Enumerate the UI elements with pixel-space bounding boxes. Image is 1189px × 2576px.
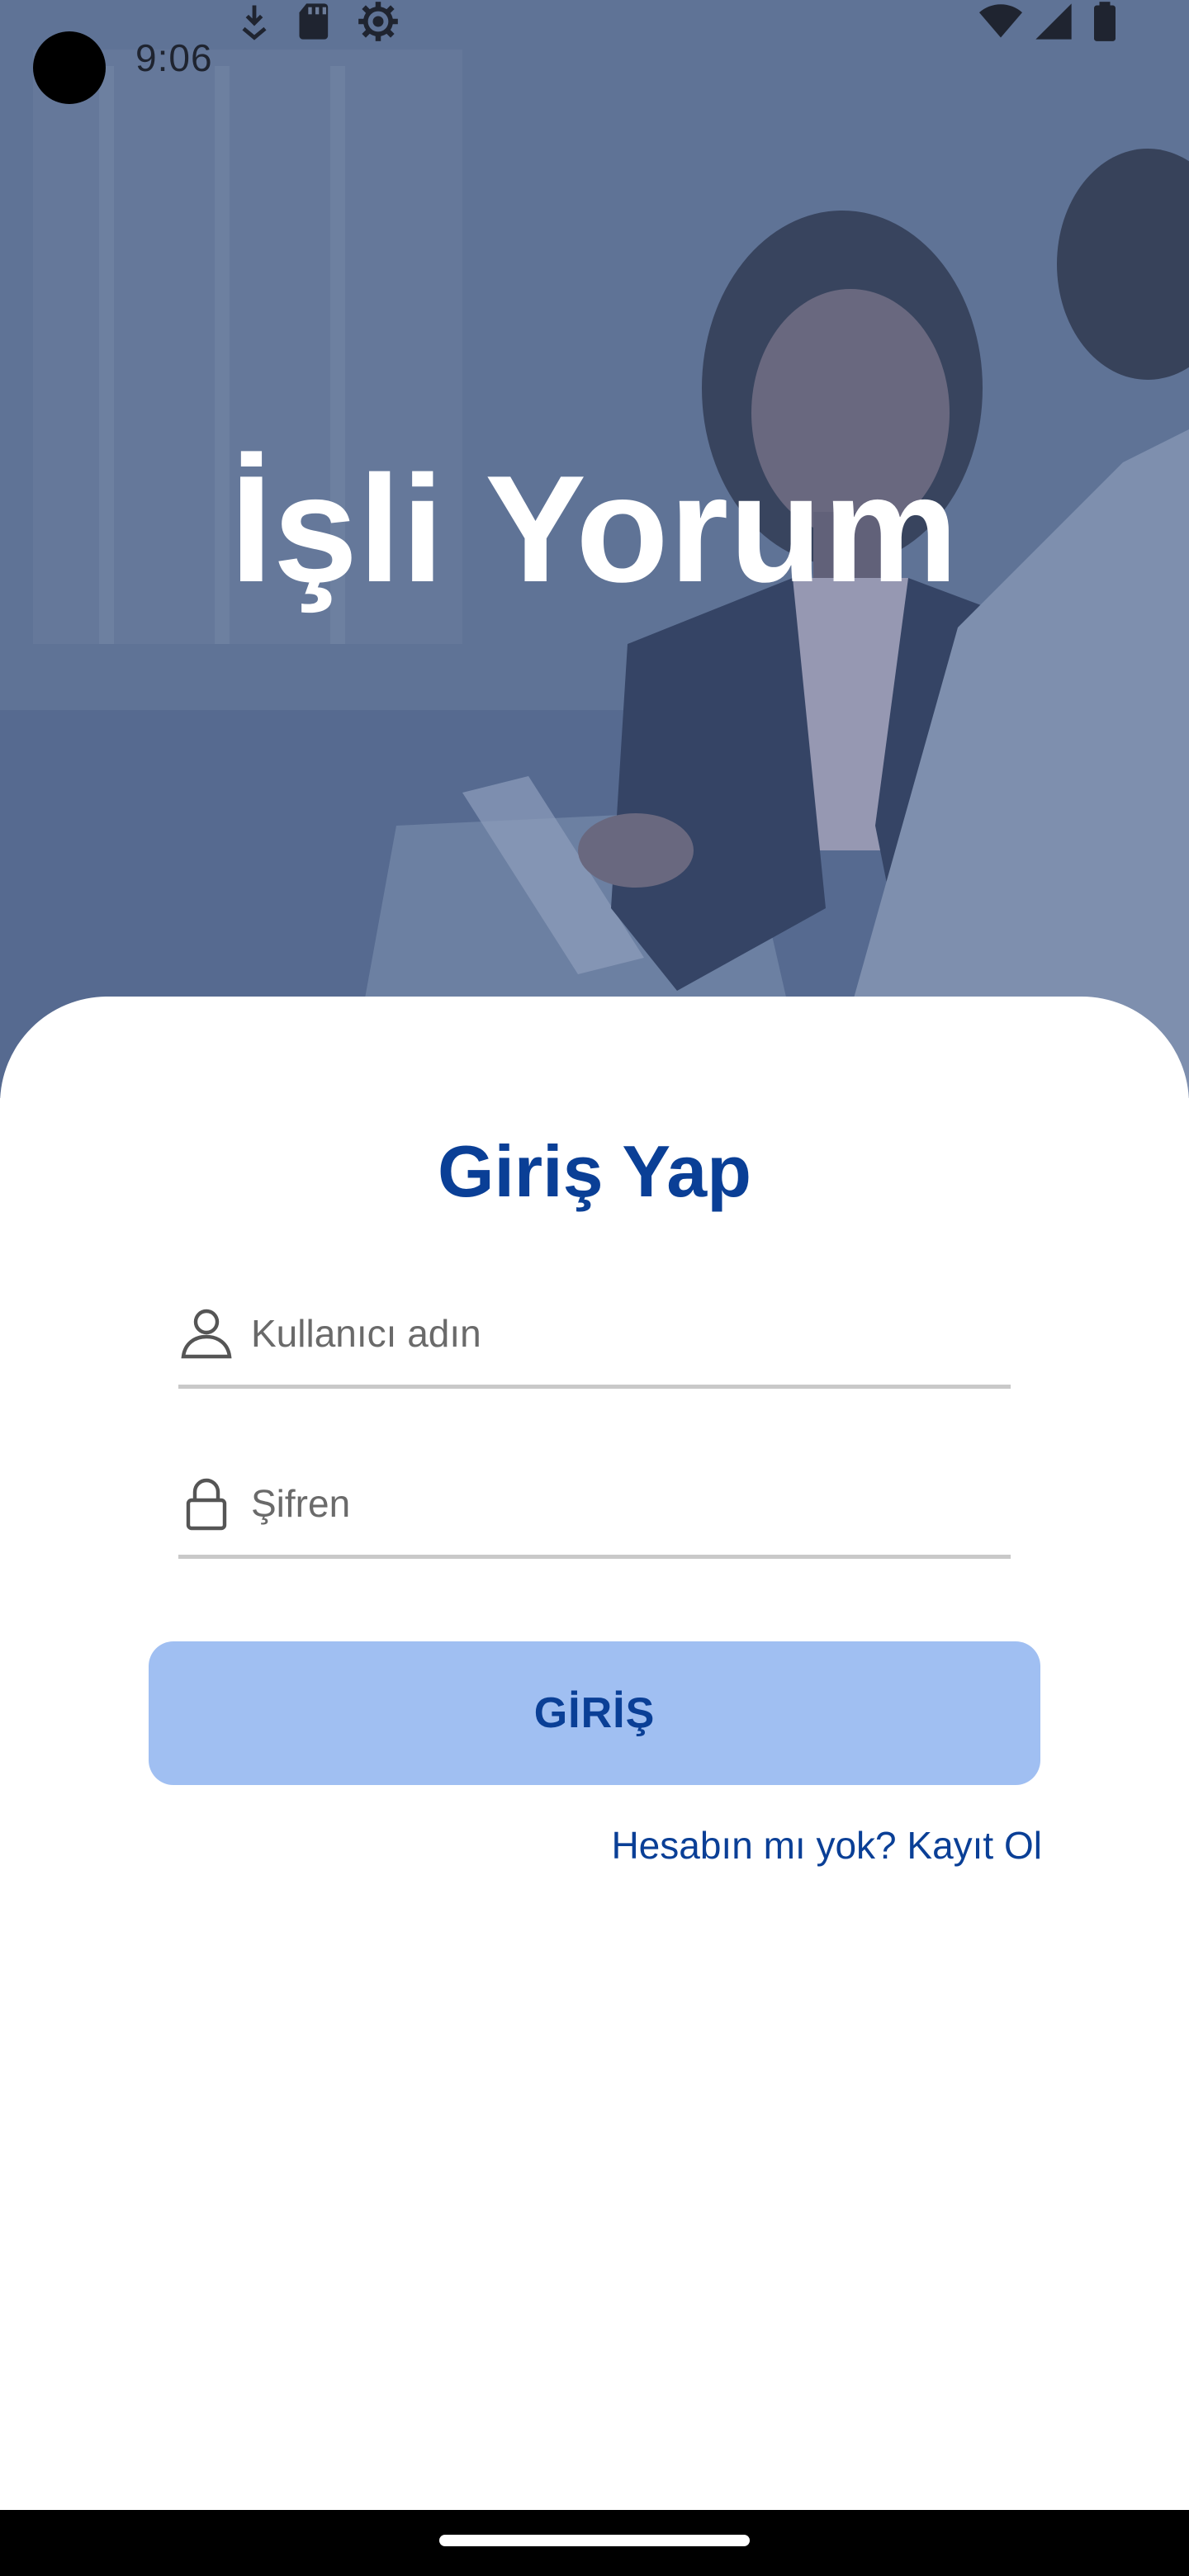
home-indicator[interactable] [439,2535,750,2546]
status-time: 9:06 [135,36,213,79]
login-button[interactable]: GİRİŞ [149,1641,1040,1785]
sd-card-icon [299,3,329,40]
hero-banner: 9:06 İşli Yorum [0,0,1189,1098]
status-bar: 9:06 [0,0,1189,116]
settings-gear-icon [358,2,398,41]
download-arrow-icon [242,5,267,40]
login-sheet: Giriş Yap GİRİŞ Hesabın mı yok? Kayıt Ol [0,997,1189,2510]
password-input[interactable] [251,1472,994,1535]
login-screen: 9:06 İşli Yorum Giriş Yap Kullanıcı adın… [0,0,1189,2576]
battery-icon [1094,2,1116,41]
camera-cutout [33,31,106,104]
user-icon [181,1309,232,1359]
wifi-icon [979,4,1022,38]
app-title: İşli Yorum [230,443,959,613]
navigation-bar [0,2510,1189,2576]
username-field[interactable] [178,1286,1011,1389]
username-input[interactable] [251,1302,994,1365]
password-field[interactable] [178,1456,1011,1559]
lock-icon [186,1478,227,1531]
register-link[interactable]: Hesabın mı yok? Kayıt Ol [611,1822,1042,1868]
login-title: Giriş Yap [438,1130,751,1212]
cellular-signal-icon [1035,3,1072,40]
